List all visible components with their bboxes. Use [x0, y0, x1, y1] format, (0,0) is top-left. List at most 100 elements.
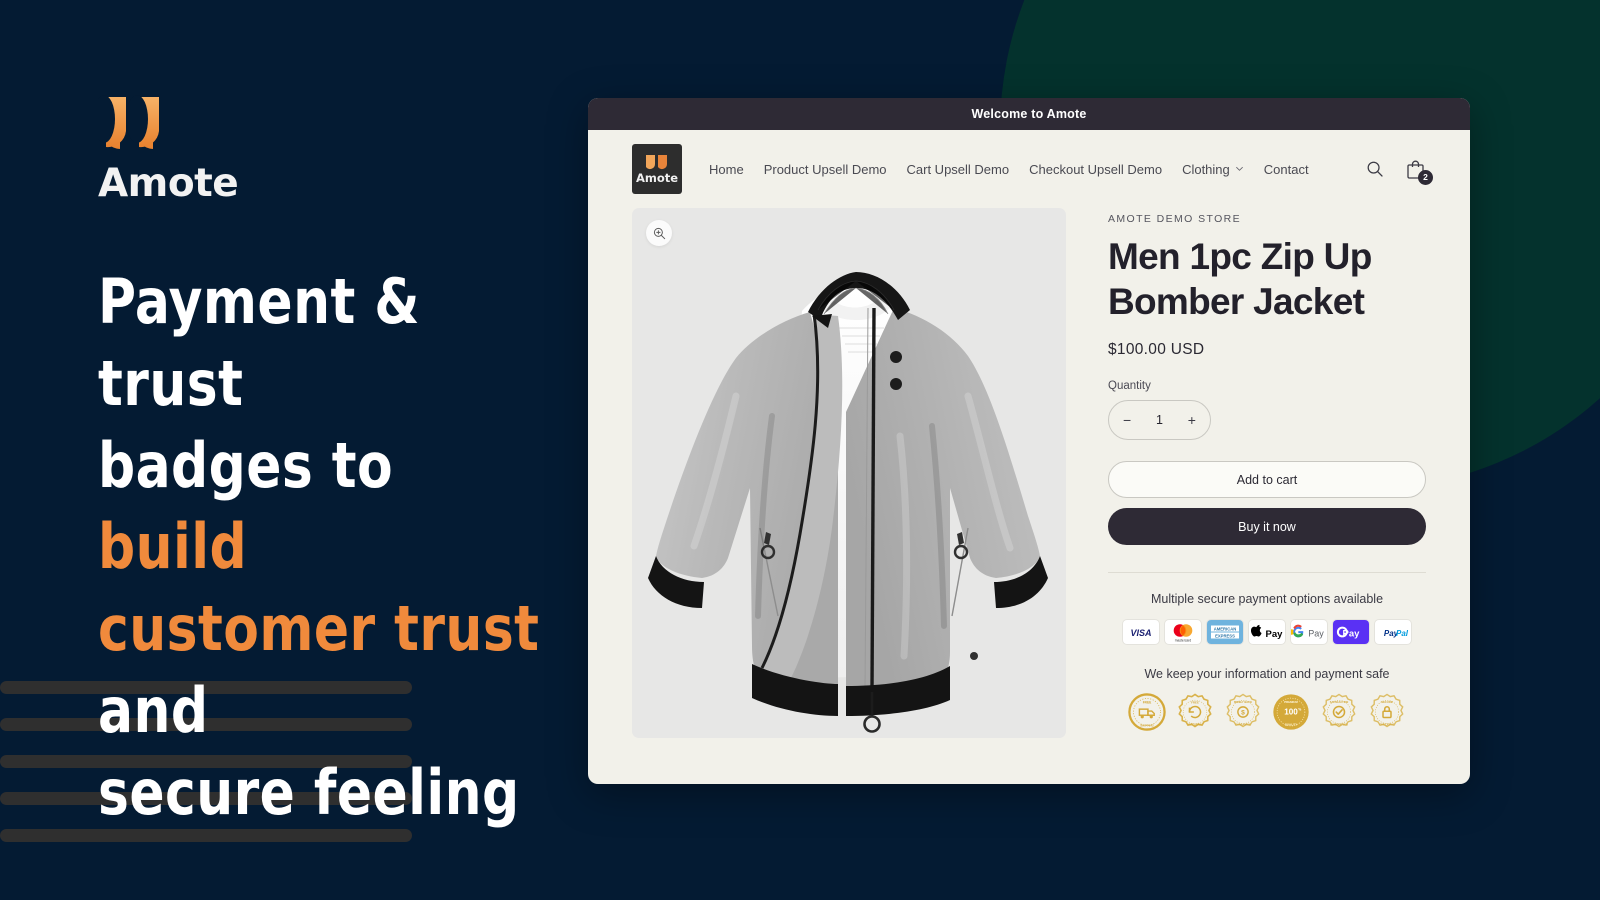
product-price: $100.00 USD [1108, 341, 1205, 359]
headline-accent-build: build [98, 510, 248, 584]
paypal-icon: Pay Pal [1384, 629, 1409, 638]
quantity-decrease-button[interactable]: − [1123, 413, 1131, 427]
product-section: AMOTE DEMO STORE Men 1pc Zip Up Bomber J… [588, 208, 1470, 738]
headline-line-3b: and [98, 674, 209, 748]
payment-icon-american-express: AMERICAN EXPRESS [1207, 620, 1243, 645]
payment-icon-paypal: Pay Pal [1375, 620, 1411, 645]
quantity-input[interactable]: 1 [1156, 413, 1163, 427]
payment-options-heading: Multiple secure payment options availabl… [1150, 592, 1384, 607]
trust-heading: We keep your information and payment saf… [1144, 667, 1390, 682]
site-logo-label: Amote [635, 170, 679, 185]
svg-text:CHECKOUT: CHECKOUT [1379, 723, 1394, 727]
free-returns-badge: FREE RETURNS [1178, 693, 1212, 728]
site-logo[interactable]: Amote [632, 144, 682, 194]
quote-marks-icon [646, 154, 667, 169]
product-info: AMOTE DEMO STORE Men 1pc Zip Up Bomber J… [1108, 208, 1426, 738]
payment-icon-apple-pay: Pay [1249, 620, 1285, 645]
free-shipping-badge: FREE SHIPPING [1128, 693, 1166, 731]
announcement-text: Welcome to Amote [971, 107, 1087, 121]
svg-text:VISA: VISA [1130, 628, 1151, 638]
satisfaction-guarantee-badge: SATISFACTION GUARANTEED [1322, 693, 1356, 728]
svg-text:MONEY BACK: MONEY BACK [1234, 700, 1252, 704]
shop-pay-icon: Pay [1333, 620, 1369, 645]
svg-text:$: $ [1241, 710, 1245, 717]
product-image [632, 216, 1066, 738]
headline-accent-customer-trust: customer trust [98, 592, 540, 666]
nav-label: Home [709, 161, 744, 177]
svg-text:AMERICAN: AMERICAN [1214, 627, 1237, 632]
svg-text:Pal: Pal [1396, 629, 1409, 638]
google-pay-icon: Pay [1291, 624, 1324, 639]
brand-name: Amote [98, 161, 239, 206]
svg-text:FREE: FREE [1143, 701, 1152, 705]
quantity-stepper[interactable]: − 1 + [1108, 400, 1211, 441]
product-title: Men 1pc Zip Up Bomber Jacket [1108, 236, 1372, 323]
apple-pay-icon: Pay [1250, 625, 1284, 640]
buy-it-now-button[interactable]: Buy it now [1108, 508, 1426, 546]
payment-methods-list: VISA mastercard AMERICAN EXPRESS Pay Pay… [1108, 620, 1426, 645]
svg-text:Pay: Pay [1266, 629, 1284, 640]
svg-text:QUALITY: QUALITY [1285, 723, 1298, 727]
search-button[interactable] [1366, 160, 1384, 178]
browser-window: Welcome to Amote Amote Home Product Upse… [588, 98, 1470, 784]
announcement-bar: Welcome to Amote [588, 98, 1470, 130]
section-divider [1108, 572, 1426, 574]
svg-text:Pay: Pay [1308, 629, 1324, 639]
svg-text:SHIPPING: SHIPPING [1140, 724, 1154, 728]
svg-text:PREMIUM: PREMIUM [1284, 700, 1298, 704]
main-navigation: Home Product Upsell Demo Cart Upsell Dem… [709, 162, 1309, 177]
secure-checkout-badge: SECURE CHECKOUT [1370, 693, 1404, 728]
nav-item-cart-upsell-demo[interactable]: Cart Upsell Demo [907, 162, 1010, 177]
nav-item-product-upsell-demo[interactable]: Product Upsell Demo [764, 162, 887, 177]
headline-line-2a: badges to [98, 428, 394, 502]
hero-panel: Amote Payment & trust badges to build cu… [98, 95, 578, 834]
search-icon [1367, 161, 1383, 177]
nav-label: Contact [1263, 161, 1309, 177]
nav-item-contact[interactable]: Contact [1264, 162, 1309, 177]
nav-item-clothing[interactable]: Clothing [1182, 162, 1244, 177]
svg-text:RETURNS: RETURNS [1188, 723, 1201, 727]
header-actions: 2 [1366, 159, 1433, 185]
svg-text:100: 100 [1284, 708, 1298, 717]
cart-count-badge: 2 [1418, 169, 1433, 185]
svg-text:GUARANTEED: GUARANTEED [1330, 723, 1348, 727]
svg-text:mastercard: mastercard [1175, 639, 1192, 643]
payment-icon-mastercard: mastercard [1165, 620, 1201, 645]
nav-item-checkout-upsell-demo[interactable]: Checkout Upsell Demo [1029, 162, 1162, 177]
headline-line-1: Payment & trust [98, 265, 420, 420]
svg-text:FREE: FREE [1191, 701, 1199, 705]
nav-label: Checkout Upsell Demo [1029, 161, 1163, 177]
payment-icon-visa: VISA [1123, 620, 1159, 645]
trust-badges-list: FREE SHIPPING FREE RETURNS $ MONEY BACK … [1108, 693, 1426, 731]
product-gallery[interactable] [632, 208, 1066, 738]
quantity-label: Quantity [1108, 380, 1151, 393]
svg-text:SECURE: SECURE [1381, 700, 1393, 704]
payment-icon-google-pay: Pay [1291, 620, 1327, 645]
american-express-icon: AMERICAN EXPRESS [1207, 620, 1243, 645]
svg-text:SATISFACTION: SATISFACTION [1330, 700, 1349, 704]
money-back-badge: $ MONEY BACK GUARANTEE [1226, 693, 1260, 728]
brand-logo: Amote [98, 95, 578, 206]
svg-text:GUARANTEE: GUARANTEE [1235, 724, 1251, 727]
product-vendor: AMOTE DEMO STORE [1108, 213, 1242, 225]
site-header: Amote Home Product Upsell Demo Cart Upse… [588, 130, 1470, 208]
quantity-increase-button[interactable]: + [1188, 413, 1196, 427]
zoom-in-icon [653, 227, 665, 239]
mastercard-icon: mastercard [1173, 624, 1193, 643]
payment-icon-shop-pay: Pay [1333, 620, 1369, 645]
hero-headline: Payment & trust badges to build customer… [98, 261, 544, 834]
visa-icon: VISA [1130, 628, 1151, 638]
quote-marks-icon [98, 95, 165, 149]
nav-label: Clothing [1182, 161, 1230, 177]
svg-text:EXPRESS: EXPRESS [1215, 634, 1235, 639]
nav-item-home[interactable]: Home [709, 162, 744, 177]
zoom-in-button[interactable] [646, 220, 672, 246]
add-to-cart-button[interactable]: Add to cart [1108, 461, 1426, 499]
headline-line-4: secure feeling [98, 755, 520, 829]
premium-quality-badge: 100 % PREMIUM QUALITY [1273, 694, 1309, 730]
cart-button[interactable]: 2 [1406, 159, 1433, 185]
chevron-down-icon [1235, 166, 1243, 171]
nav-label: Cart Upsell Demo [906, 161, 1010, 177]
nav-label: Product Upsell Demo [763, 161, 887, 177]
svg-text:%: % [1298, 708, 1301, 712]
